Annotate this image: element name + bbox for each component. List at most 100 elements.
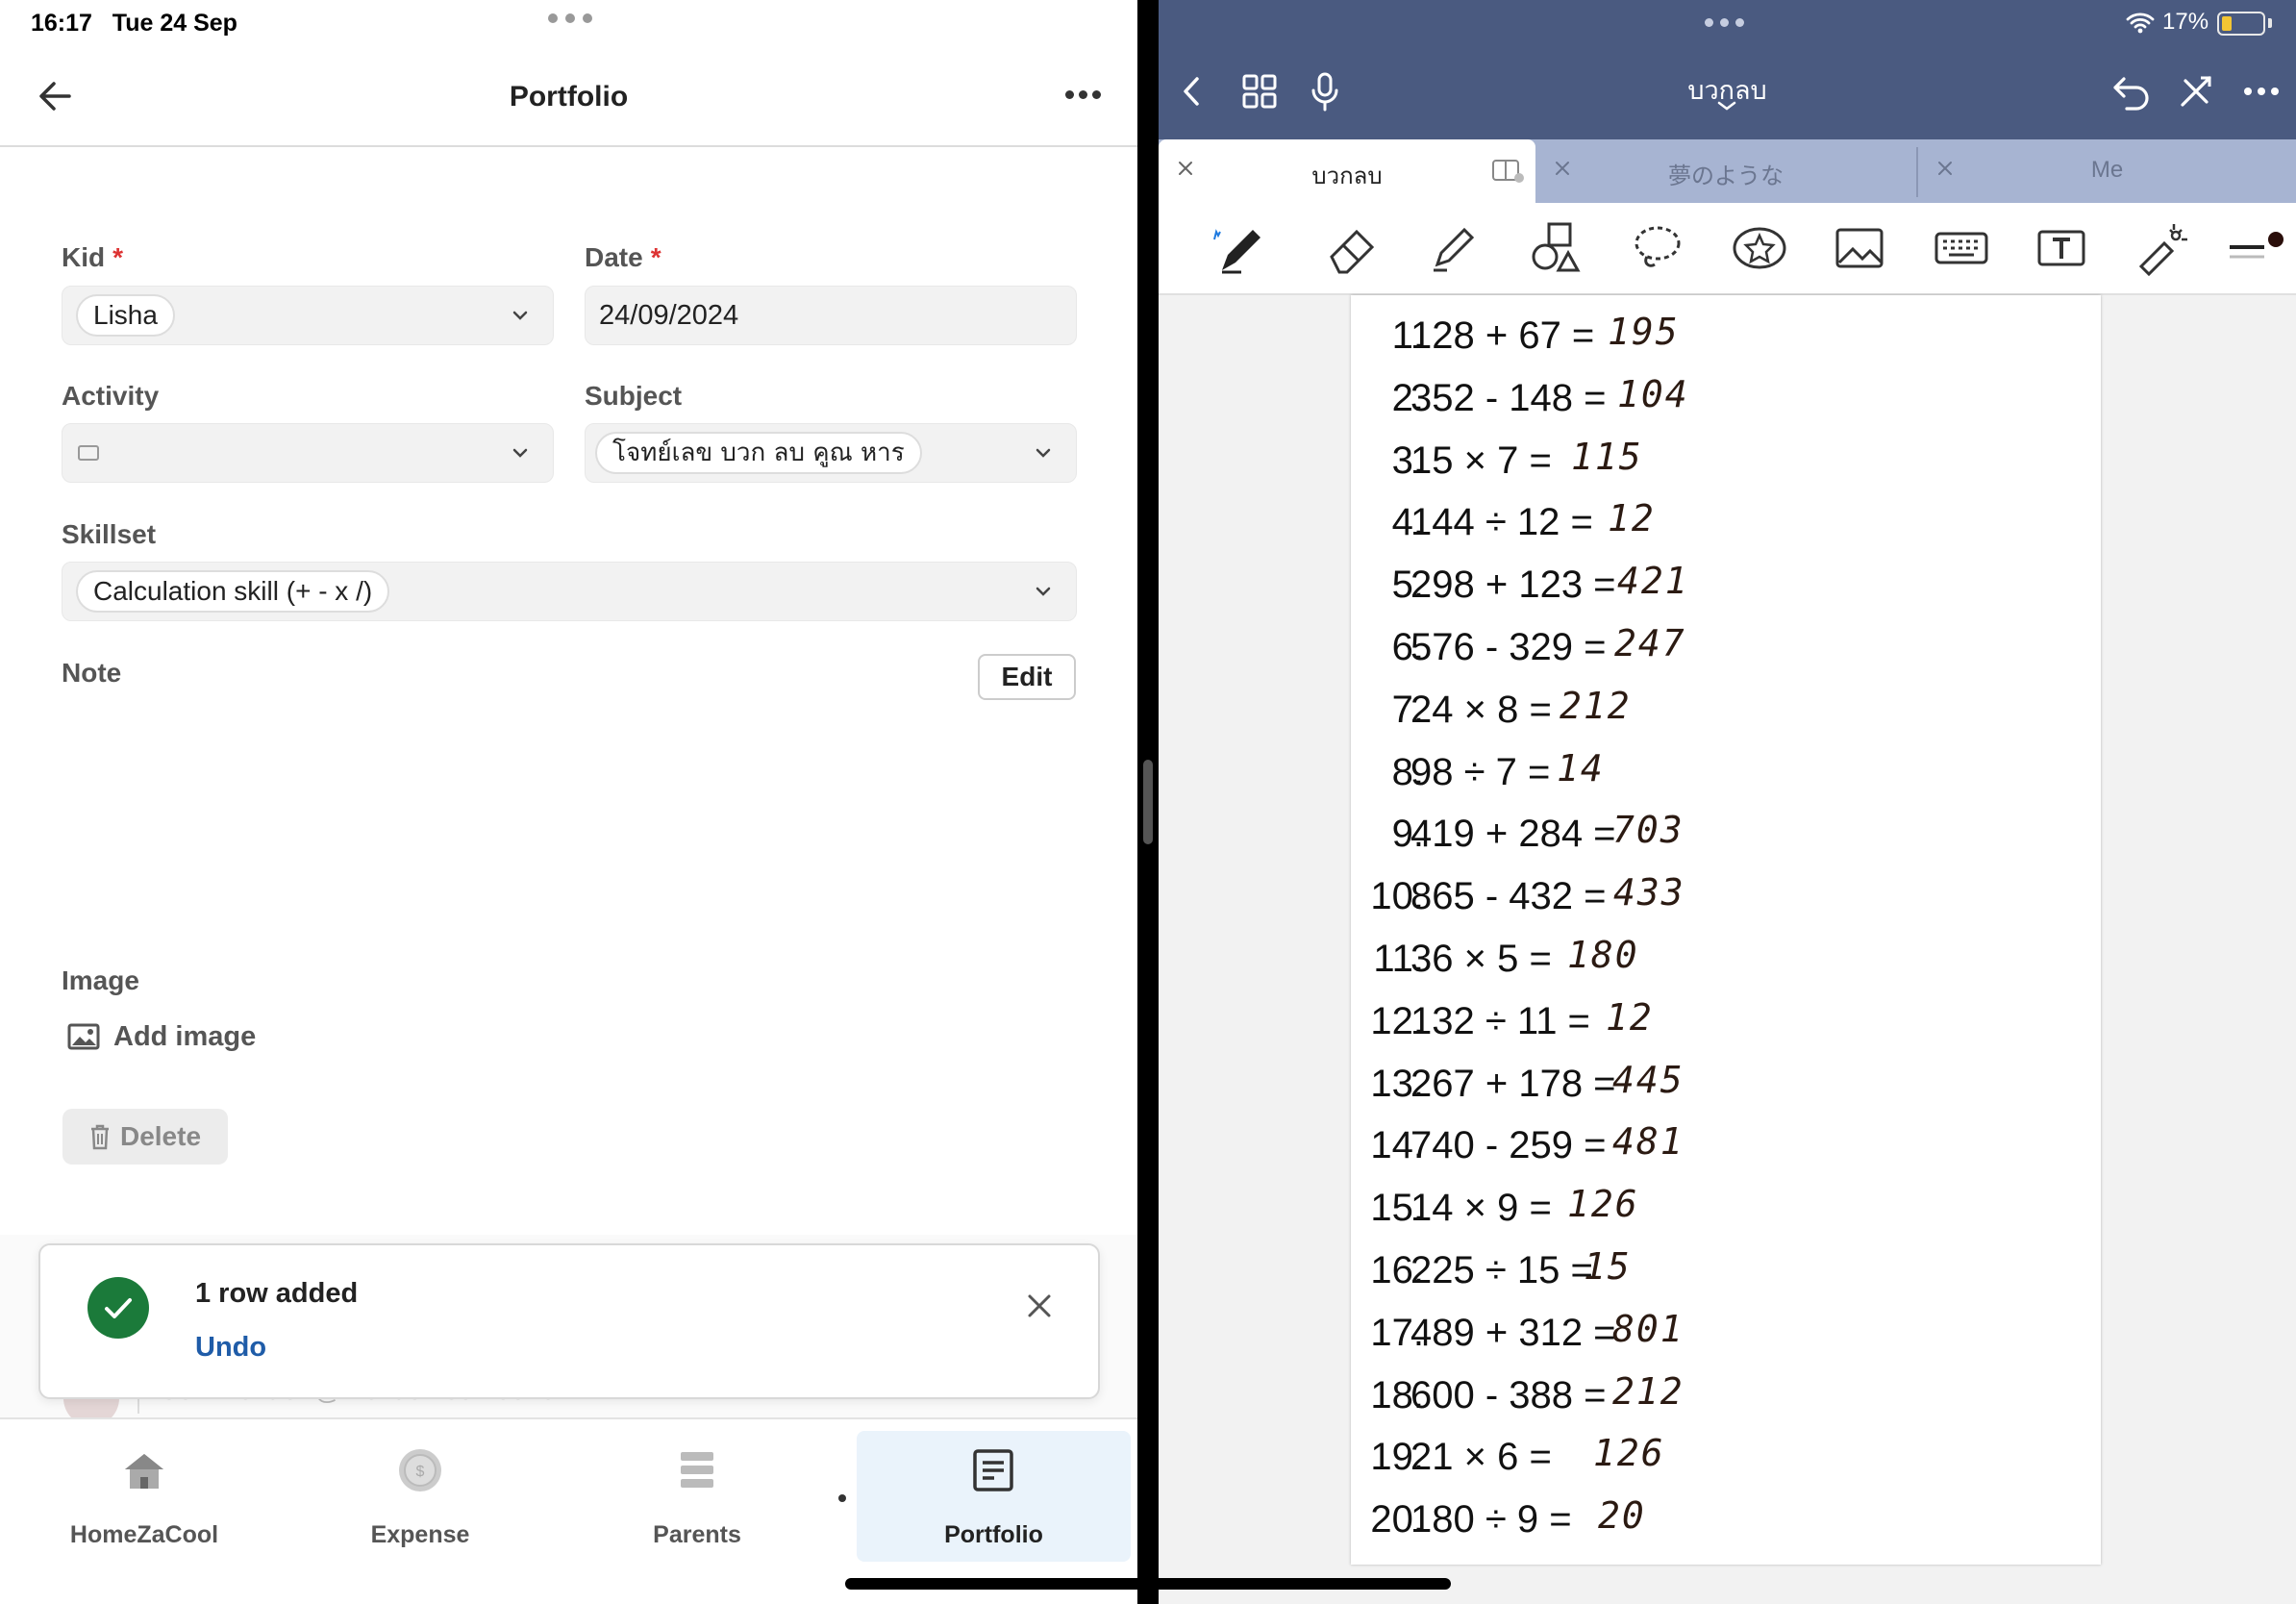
portfolio-app: 16:17 Tue 24 Sep Portfolio Kid * Lisha Da… xyxy=(0,0,1137,1604)
problem-row: 14. 740 - 259 = 481 xyxy=(1351,1120,2101,1182)
home-icon xyxy=(125,1454,163,1489)
tab-expense[interactable]: $ Expense xyxy=(290,1431,550,1562)
handwritten-answer: 126 xyxy=(1567,1183,1639,1226)
tab-document-3[interactable]: Me xyxy=(1918,139,2296,203)
subject-chip: โจทย์เลข บวก ลบ คูณ หาร xyxy=(595,432,922,474)
tab-portfolio[interactable]: Portfolio xyxy=(857,1431,1131,1562)
shapes-icon[interactable] xyxy=(1526,218,1585,278)
handwritten-answer: 433 xyxy=(1613,871,1685,915)
tab-document-2[interactable]: 夢のような xyxy=(1535,139,1916,203)
battery-percent: 17% xyxy=(2162,9,2209,35)
worksheet-page[interactable]: 1. 128 + 67 = 195 2. 352 - 148 = 104 3. 15 × 7 … xyxy=(1351,295,2101,1565)
problem-expression: 144 ÷ 12 = xyxy=(1410,501,1593,544)
problem-row: 7. 24 × 8 = 212 xyxy=(1351,685,2101,746)
activity-select[interactable] xyxy=(62,423,554,483)
undo-icon[interactable] xyxy=(2109,69,2154,113)
battery-level xyxy=(2222,16,2232,31)
notes-header: 17% บวกลบ xyxy=(1159,0,2296,141)
tab-document-1[interactable]: บวกลบ xyxy=(1159,139,1535,203)
problem-expression: 98 ÷ 7 = xyxy=(1410,750,1551,793)
problem-expression: 15 × 7 = xyxy=(1410,439,1552,482)
text-box-icon[interactable] xyxy=(2032,218,2091,278)
problem-expression: 128 + 67 = xyxy=(1410,314,1595,357)
note-canvas[interactable]: 1. 128 + 67 = 195 2. 352 - 148 = 104 3. 15 × 7 … xyxy=(1159,295,2296,1604)
list-icon xyxy=(681,1452,713,1488)
problem-expression: 267 + 178 = xyxy=(1410,1062,1616,1105)
subject-select[interactable]: โจทย์เลข บวก ลบ คูณ หาร xyxy=(585,423,1077,483)
problem-row: 13. 267 + 178 = 445 xyxy=(1351,1059,2101,1120)
tab-label: Portfolio xyxy=(944,1521,1043,1548)
handwritten-answer: 14 xyxy=(1557,746,1605,789)
status-time: 16:17 Tue 24 Sep xyxy=(31,10,237,37)
document-tabs: บวกลบ 夢のような Me xyxy=(1159,139,2296,203)
delete-button[interactable]: Delete xyxy=(62,1109,228,1165)
add-image-button[interactable]: Add image xyxy=(67,1017,256,1056)
delete-label: Delete xyxy=(119,1121,202,1151)
tab-homezacool[interactable]: HomeZaCool xyxy=(14,1431,274,1562)
kid-label: Kid * xyxy=(62,242,124,272)
lasso-icon[interactable] xyxy=(1628,218,1687,278)
undo-link[interactable]: Undo xyxy=(195,1332,266,1364)
svg-text:$: $ xyxy=(416,1464,425,1480)
handwritten-answer: 104 xyxy=(1617,372,1689,415)
date-field[interactable]: 24/09/2024 xyxy=(585,286,1077,345)
skillset-label: Skillset xyxy=(62,519,157,549)
highlighter-icon[interactable] xyxy=(1424,218,1484,278)
multitasking-dots[interactable] xyxy=(548,13,592,23)
status-bar: 16:17 Tue 24 Sep xyxy=(0,0,1137,44)
handwritten-answer: 126 xyxy=(1593,1432,1665,1475)
problem-row: 9. 419 + 284 = 703 xyxy=(1351,809,2101,870)
tab-parents[interactable]: Parents xyxy=(567,1431,827,1562)
eraser-icon[interactable] xyxy=(1322,218,1382,278)
close-icon[interactable] xyxy=(1022,1289,1057,1323)
problem-row: 6. 576 - 329 = 247 xyxy=(1351,622,2101,684)
drawing-toolbar xyxy=(1159,203,2296,295)
kid-chip: Lisha xyxy=(76,294,175,337)
wifi-icon xyxy=(2126,13,2155,34)
problem-expression: 36 × 5 = xyxy=(1410,938,1552,980)
multitasking-dots[interactable] xyxy=(1705,18,1744,27)
problem-row: 19. 21 × 6 = 126 xyxy=(1351,1432,2101,1493)
pen-icon[interactable] xyxy=(1209,218,1268,278)
problem-row: 12. 132 ÷ 11 = 12 xyxy=(1351,996,2101,1058)
handwritten-answer: 212 xyxy=(1612,1369,1685,1413)
split-view-handle[interactable] xyxy=(1143,760,1153,844)
problem-row: 8. 98 ÷ 7 = 14 xyxy=(1351,747,2101,809)
laser-pointer-icon[interactable] xyxy=(2132,218,2191,278)
problem-expression: 352 - 148 = xyxy=(1410,376,1607,419)
hide-toolbar-icon[interactable] xyxy=(2174,69,2218,113)
note-label: Note xyxy=(62,658,122,688)
stroke-width-icon[interactable] xyxy=(2224,218,2291,278)
portfolio-icon xyxy=(973,1449,1013,1491)
problem-expression: 225 ÷ 15 = xyxy=(1410,1249,1593,1291)
handwritten-answer: 212 xyxy=(1560,684,1632,727)
handwritten-answer: 247 xyxy=(1614,622,1686,664)
bottom-tab-bar: HomeZaCool $ Expense Parents Portfolio xyxy=(0,1417,1137,1604)
handwritten-answer: 180 xyxy=(1567,934,1639,976)
home-indicator[interactable] xyxy=(845,1578,1451,1590)
more-options-icon[interactable] xyxy=(2239,69,2284,113)
page-indicator-dot xyxy=(838,1494,846,1502)
tab-label: Parents xyxy=(653,1521,741,1548)
split-view-icon[interactable] xyxy=(1491,157,1526,186)
image-icon[interactable] xyxy=(1830,218,1889,278)
problem-expression: 14 × 9 = xyxy=(1410,1187,1552,1230)
note-edit-button[interactable]: Edit xyxy=(978,654,1076,700)
problem-row: 4. 144 ÷ 12 = 12 xyxy=(1351,497,2101,559)
more-options-icon[interactable] xyxy=(1065,90,1101,99)
kid-select[interactable]: Lisha xyxy=(62,286,554,345)
problem-expression: 600 - 388 = xyxy=(1410,1373,1607,1416)
handwritten-answer: 12 xyxy=(1606,995,1654,1039)
handwritten-answer: 703 xyxy=(1612,809,1685,852)
keyboard-icon[interactable] xyxy=(1932,218,1991,278)
chevron-down-icon xyxy=(512,311,528,320)
chevron-down-icon[interactable] xyxy=(1716,100,1737,112)
tab-label: Expense xyxy=(370,1521,470,1548)
sticker-icon[interactable] xyxy=(1730,218,1789,278)
handwritten-answer: 445 xyxy=(1612,1058,1685,1101)
subject-label: Subject xyxy=(585,381,683,411)
activity-label: Activity xyxy=(62,381,160,411)
problem-row: 15. 14 × 9 = 126 xyxy=(1351,1183,2101,1244)
skillset-select[interactable]: Calculation skill (+ - x /) xyxy=(62,562,1077,621)
handwritten-answer: 115 xyxy=(1571,435,1643,478)
